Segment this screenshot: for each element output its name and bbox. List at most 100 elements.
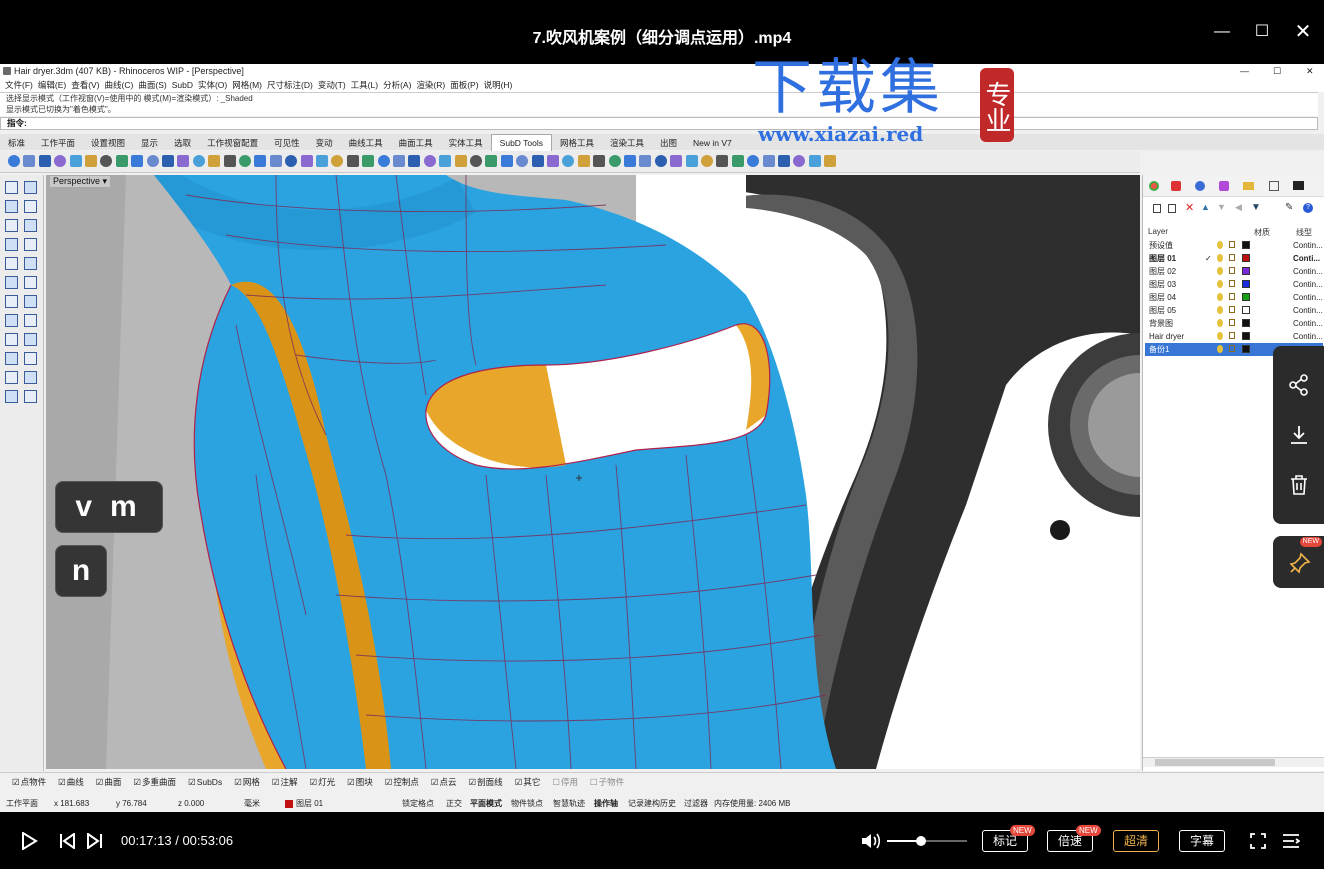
left-tool-icon[interactable] (5, 257, 18, 270)
subd-tool-icon[interactable] (624, 155, 636, 167)
left-tool-icon[interactable] (5, 276, 18, 289)
filter-icon[interactable]: ▼ (1251, 202, 1261, 213)
playlist-icon[interactable] (1282, 833, 1300, 849)
lock-icon[interactable] (1229, 345, 1235, 352)
subd-tool-icon[interactable] (685, 155, 698, 167)
lock-icon[interactable] (1229, 267, 1235, 274)
subd-tool-icon[interactable] (716, 155, 729, 167)
left-tool-icon[interactable] (24, 352, 37, 365)
status-filter[interactable]: 过滤器 (684, 797, 708, 811)
material-tab-icon[interactable] (1219, 181, 1229, 191)
lock-icon[interactable] (1229, 293, 1235, 300)
subd-tool-icon[interactable] (454, 155, 467, 167)
checkbox-icon[interactable]: ☑ (347, 777, 355, 787)
status-snap[interactable]: 锁定格点 (402, 797, 434, 811)
layer-row[interactable]: 图层 02 Contin... (1145, 265, 1323, 278)
osnap-option[interactable]: ☑图块 (341, 777, 373, 787)
subd-tool-icon[interactable] (500, 155, 513, 167)
scrollbar-thumb[interactable] (1155, 759, 1275, 766)
lock-icon[interactable] (1229, 306, 1235, 313)
lock-icon[interactable] (1229, 332, 1235, 339)
subd-tool-icon[interactable] (531, 155, 544, 167)
subd-tool-icon[interactable] (824, 155, 837, 167)
toolbar-tab[interactable]: 显示 (133, 135, 166, 151)
checkbox-icon[interactable]: ☑ (431, 777, 439, 787)
subd-tool-icon[interactable] (547, 155, 559, 167)
layer-row[interactable]: 预设值 Contin... (1145, 239, 1323, 252)
volume-track[interactable] (887, 836, 967, 846)
left-tool-icon[interactable] (5, 333, 18, 346)
checkbox-icon[interactable]: ☑ (385, 777, 393, 787)
osnap-option[interactable]: ☑点物件 (6, 777, 46, 787)
toolbar-tab[interactable]: 出图 (652, 135, 685, 151)
toolbar-tab[interactable]: 选取 (166, 135, 199, 151)
subd-tool-icon[interactable] (470, 155, 482, 167)
rhino-close-icon[interactable]: ✕ (1306, 64, 1314, 78)
volume-knob[interactable] (915, 836, 926, 846)
layer-color-swatch[interactable] (1242, 254, 1250, 262)
layer-row[interactable]: 图层 05 Contin... (1145, 304, 1323, 317)
perspective-viewport[interactable]: Perspective ▾ vm n (46, 175, 1140, 769)
checkbox-icon[interactable]: ☑ (188, 777, 196, 787)
status-ortho[interactable]: 正交 (446, 797, 462, 811)
layer-row[interactable]: 图层 04 Contin... (1145, 291, 1323, 304)
layer-row[interactable]: 背景图 Contin... (1145, 317, 1323, 330)
osnap-option[interactable]: ☑曲线 (52, 777, 84, 787)
visibility-icon[interactable] (1217, 280, 1223, 288)
checkbox-icon[interactable]: ☑ (133, 777, 141, 787)
subd-tool-icon[interactable] (516, 155, 529, 167)
checkbox-icon[interactable]: ☑ (309, 777, 317, 787)
layer-color-swatch[interactable] (1242, 319, 1250, 327)
move-up-icon[interactable]: ▲ (1201, 202, 1210, 212)
menu-item[interactable]: 编辑(E) (38, 80, 66, 90)
checkbox-icon[interactable]: ☐ (590, 777, 598, 787)
menu-item[interactable]: 渲染(R) (416, 80, 445, 90)
properties-tab-icon[interactable] (1149, 181, 1159, 191)
layer-color-swatch[interactable] (1242, 345, 1250, 353)
visibility-icon[interactable] (1217, 332, 1223, 340)
status-planar[interactable]: 平面模式 (470, 797, 502, 811)
left-tool-icon[interactable] (24, 181, 37, 194)
close-icon[interactable]: ✕ (1291, 20, 1315, 44)
maximize-icon[interactable]: ☐ (1250, 20, 1274, 44)
previous-icon[interactable] (58, 833, 76, 849)
display-tab-icon[interactable] (1269, 181, 1279, 191)
left-tool-icon[interactable] (5, 181, 18, 194)
menu-item[interactable]: 说明(H) (484, 80, 513, 90)
left-tool-icon[interactable] (24, 390, 37, 403)
lock-icon[interactable] (1229, 280, 1235, 287)
subd-tool-icon[interactable] (146, 155, 159, 167)
subd-tool-icon[interactable] (285, 155, 298, 167)
subd-tool-icon[interactable] (423, 155, 436, 167)
subd-tool-icon[interactable] (177, 155, 190, 167)
toolbar-tab[interactable]: 网格工具 (552, 135, 602, 151)
subd-tool-icon[interactable] (115, 155, 128, 167)
left-tool-icon[interactable] (5, 390, 18, 403)
left-tool-icon[interactable] (5, 200, 18, 213)
menu-item[interactable]: 曲线(C) (105, 80, 134, 90)
subd-tool-icon[interactable] (778, 155, 790, 167)
checkbox-icon[interactable]: ☑ (515, 777, 523, 787)
layer-color-swatch[interactable] (1242, 267, 1250, 275)
visibility-icon[interactable] (1217, 267, 1223, 275)
visibility-icon[interactable] (1217, 319, 1223, 327)
checkbox-icon[interactable]: ☑ (12, 777, 20, 787)
left-tool-icon[interactable] (5, 371, 18, 384)
new-layer-icon[interactable] (1153, 204, 1161, 213)
subd-tool-icon[interactable] (362, 155, 375, 167)
minimize-icon[interactable]: — (1210, 20, 1234, 44)
rhino-minimize-icon[interactable]: — (1240, 64, 1249, 78)
subd-tool-icon[interactable] (269, 155, 282, 167)
subd-tool-icon[interactable] (316, 155, 328, 167)
checkbox-icon[interactable]: ☑ (272, 777, 280, 787)
osnap-option[interactable]: ☑剖面线 (463, 777, 503, 787)
subd-tool-icon[interactable] (300, 155, 313, 167)
pin-panel[interactable]: NEW (1273, 536, 1324, 588)
viewport-label[interactable]: Perspective ▾ (50, 176, 111, 187)
command-input[interactable]: 指令: (0, 117, 1318, 130)
subd-tool-icon[interactable] (701, 155, 713, 167)
subd-tool-icon[interactable] (331, 155, 344, 167)
visibility-icon[interactable] (1217, 345, 1223, 353)
menu-item[interactable]: 文件(F) (5, 80, 33, 90)
subd-tool-icon[interactable] (593, 155, 606, 167)
